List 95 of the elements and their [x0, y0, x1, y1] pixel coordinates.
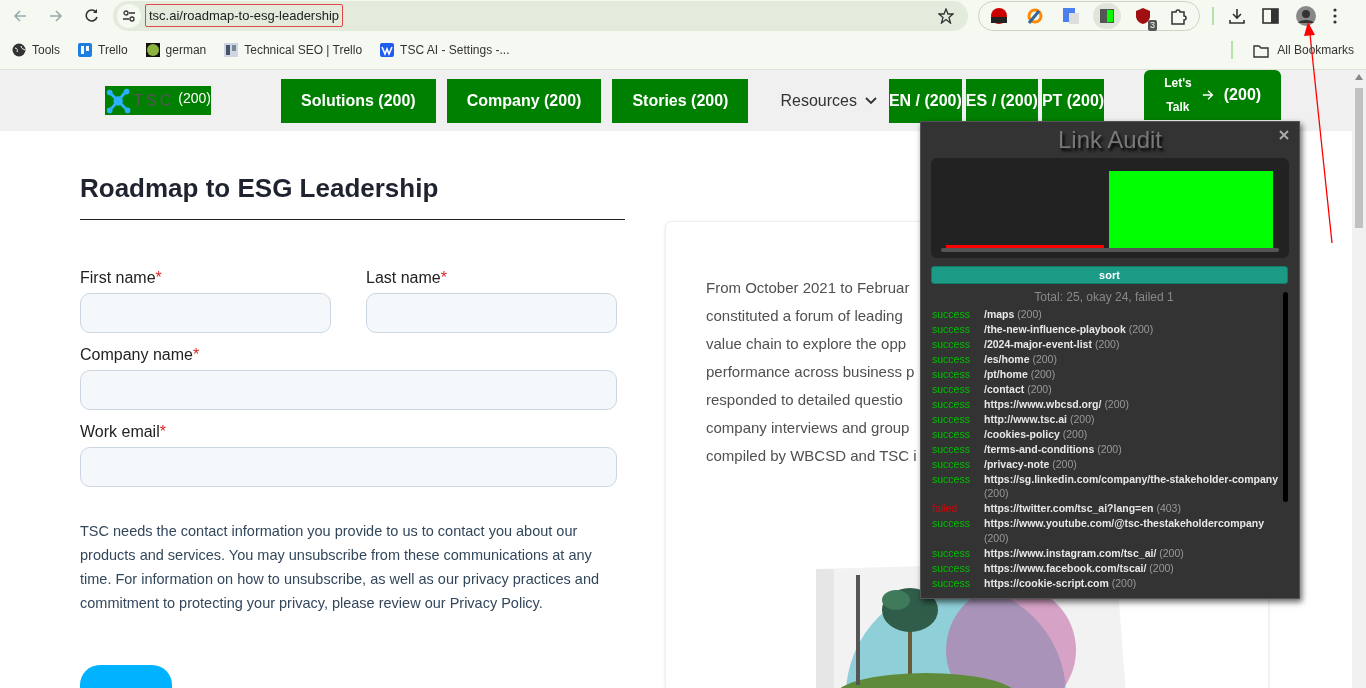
link-text: /2024-major-event-list (200) [984, 336, 1121, 351]
bookmark-link[interactable]: Tools [12, 41, 60, 59]
link-text: https://www.instagram.com/tsc_ai/ (200) [984, 545, 1185, 560]
side-panel-icon[interactable] [1262, 7, 1279, 24]
field-label: Company name* [80, 345, 200, 365]
folder-icon [1253, 42, 1270, 58]
language-link[interactable]: PT (200) [1041, 78, 1105, 123]
status-text: success [932, 516, 971, 531]
arrow-right-icon [1201, 89, 1214, 101]
extension-button[interactable]: 3 [1129, 2, 1157, 29]
intro-text: value chain to explore the opp [706, 334, 907, 354]
link-text: /the-new-influence-playbook (200) [984, 321, 1155, 336]
link-text: http://www.tsc.ai (200) [984, 411, 1096, 426]
status-text: success [932, 396, 971, 411]
input-field[interactable] [80, 447, 617, 487]
link-text: /pt/home (200) [984, 366, 1057, 381]
intro-text: From October 2021 to Februar [706, 278, 910, 298]
intro-text: constituted a forum of leading [706, 306, 903, 326]
url-text: tsc.ai/roadmap-to-esg-leadership [145, 4, 344, 27]
nav-link[interactable]: Solutions (200) [281, 78, 436, 123]
link-text: https://www.youtube.com/@tsc-thestakeholdercompany (200) [984, 516, 1265, 545]
popup-title: Link Audit [1057, 125, 1163, 155]
scrollbar[interactable] [1352, 70, 1366, 688]
favicon-icon [145, 43, 160, 57]
resources-menu[interactable]: Resources [780, 88, 877, 113]
nav-link[interactable]: Stories (200) [612, 78, 749, 123]
summary-text: Total: 25, okay 24, failed 1 [1033, 289, 1175, 306]
status-text: success [932, 306, 971, 321]
status-text: success [932, 471, 971, 487]
link-text: /maps (200) [984, 306, 1043, 321]
download-icon[interactable] [1228, 6, 1246, 25]
reload-icon[interactable] [84, 8, 99, 23]
avatar-icon[interactable] [1295, 4, 1317, 27]
scroll-up-icon[interactable] [1355, 74, 1363, 80]
chevron-down-icon [864, 96, 877, 105]
link-text: https://twitter.com/tsc_ai?lang=en (403) [984, 501, 1182, 516]
bookmark-link[interactable]: Trello [78, 41, 128, 59]
bookmark-star-icon[interactable] [938, 7, 954, 24]
logo-icon [105, 86, 132, 115]
link-text: /terms-and-conditions (200) [984, 441, 1123, 456]
bookmark-link[interactable]: Technical SEO | Trello [224, 41, 363, 59]
language-link[interactable]: ES / (200) [965, 78, 1038, 123]
site-settings-icon[interactable] [123, 9, 135, 22]
bookmark-link[interactable]: german [145, 41, 207, 59]
language-link[interactable]: EN / (200) [888, 78, 962, 123]
link-text: https://cookie-script.com (200) [984, 575, 1138, 590]
link-text: /es/home (200) [984, 351, 1058, 366]
lets-talk-button[interactable]: Let's Talk (200) [1144, 70, 1282, 120]
field-label: Work email* [80, 422, 166, 442]
extension-button[interactable] [1093, 2, 1121, 29]
scrollbar[interactable] [1283, 292, 1288, 502]
sort-button[interactable]: sort [931, 266, 1288, 284]
status-text: success [932, 426, 971, 441]
shield-icon [1133, 5, 1153, 26]
badge: 3 [1148, 19, 1157, 31]
status-text: success [932, 336, 971, 351]
logo[interactable]: TSC (200) [105, 86, 211, 115]
link-text: /privacy-note (200) [984, 456, 1078, 471]
address-bar[interactable]: tsc.ai/roadmap-to-esg-leadership [113, 0, 968, 31]
intro-text: company interviews and group [706, 418, 910, 438]
link-text: /cookies-policy (200) [984, 426, 1089, 441]
status-text: success [932, 560, 971, 575]
status-text: success [932, 456, 971, 471]
favicon-icon [224, 43, 239, 57]
status-text: success [932, 411, 971, 426]
field-label: First name* [80, 268, 162, 288]
input-field[interactable] [366, 293, 617, 333]
bookmark-link[interactable]: TSC AI - Settings -... [380, 41, 510, 59]
input-field[interactable] [80, 370, 617, 410]
link-text: https://www.facebook.com/tscai/ (200) [984, 560, 1175, 575]
status-text: success [932, 545, 971, 560]
consent-text: TSC needs the contact information you provide to us to contact you about our products and services. You may unsubscribe from these communications at any time. For information on how to unsubscribe, as well as our privacy practices and commitment to protecting your privacy, please review our Privacy Policy. [80, 522, 600, 613]
nav-link[interactable]: Company (200) [446, 78, 602, 123]
close-icon[interactable] [1279, 130, 1289, 140]
favicon-icon [380, 43, 395, 57]
status-text: success [932, 381, 971, 396]
status-text: success [932, 441, 971, 456]
link-text: /contact (200) [984, 381, 1053, 396]
status-text: success [932, 351, 971, 366]
field-label: Last name* [366, 268, 447, 288]
favicon-icon [78, 43, 92, 57]
intro-text: compiled by WBCSD and TSC i [706, 446, 917, 466]
input-field[interactable] [80, 293, 331, 333]
status-text: success [932, 366, 971, 381]
status-text: success [932, 321, 971, 336]
intro-text: performance across business p [706, 362, 915, 382]
status-text: success [932, 575, 971, 590]
intro-text: responded to detailed questio [706, 390, 903, 410]
link-text: https://www.wbcsd.org/ (200) [984, 396, 1130, 411]
page-title: Roadmap to ESG Leadership [80, 171, 625, 220]
scrollbar-thumb[interactable] [1355, 88, 1363, 228]
status-text: failed [932, 501, 959, 516]
link-text: https://sg.linkedin.com/company/the-stakeholder-company (200) [984, 471, 1280, 501]
favicon-icon [12, 43, 26, 57]
menu-icon[interactable] [1333, 7, 1337, 24]
